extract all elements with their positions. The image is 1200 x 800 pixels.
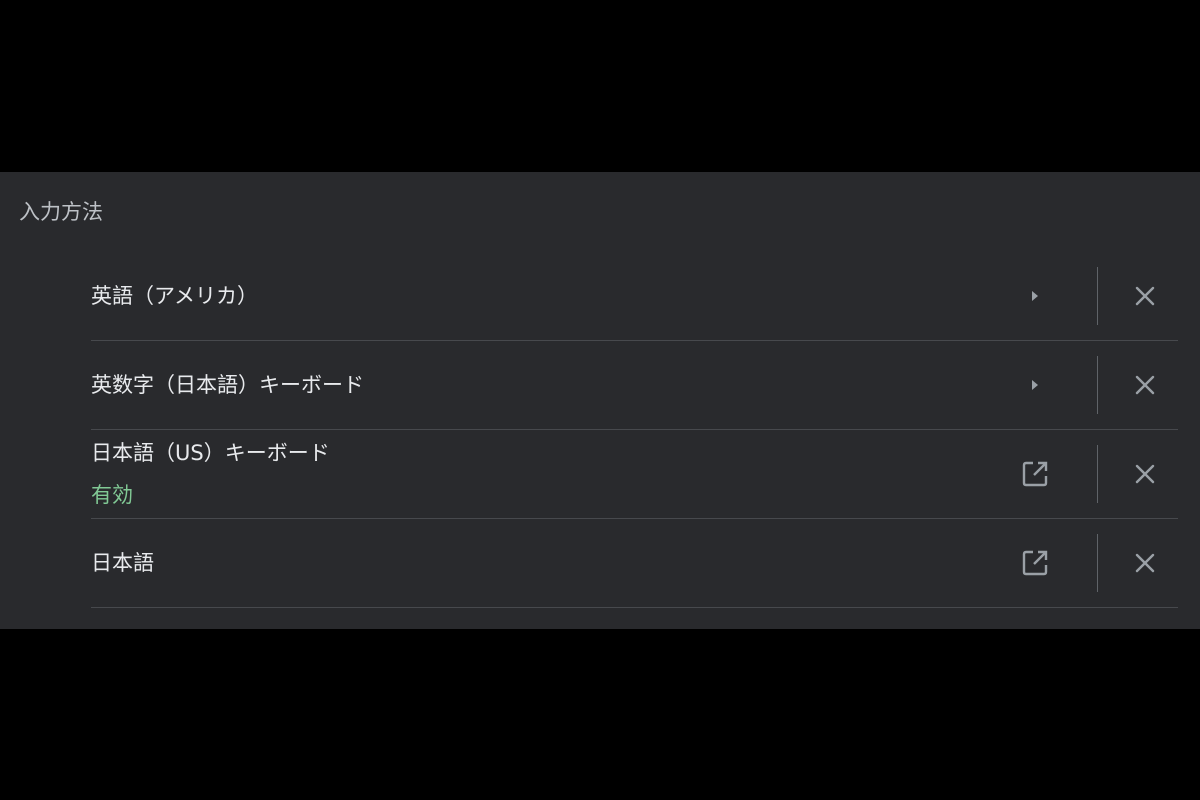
input-method-label: 日本語（US）キーボード xyxy=(91,441,330,465)
open-in-new-icon xyxy=(1022,550,1048,576)
divider xyxy=(1097,356,1098,414)
close-icon xyxy=(1135,286,1155,306)
list-item: 日本語（US）キーボード 有効 xyxy=(91,430,1178,519)
divider xyxy=(1097,534,1098,592)
divider xyxy=(1097,267,1098,325)
list-item: 英数字（日本語）キーボード xyxy=(91,341,1178,430)
arrow-right-icon xyxy=(1032,291,1038,301)
divider xyxy=(1097,445,1098,503)
close-icon xyxy=(1135,553,1155,573)
remove-button[interactable] xyxy=(1125,543,1165,583)
open-in-new-icon xyxy=(1022,461,1048,487)
input-method-label: 英語（アメリカ） xyxy=(91,284,258,308)
status-text: 有効 xyxy=(91,483,133,507)
remove-button[interactable] xyxy=(1125,276,1165,316)
open-external-button[interactable] xyxy=(1015,543,1055,583)
open-external-button[interactable] xyxy=(1015,454,1055,494)
open-settings-button[interactable] xyxy=(1015,276,1055,316)
open-settings-button[interactable] xyxy=(1015,365,1055,405)
input-method-label: 日本語 xyxy=(91,551,154,575)
input-method-label: 英数字（日本語）キーボード xyxy=(91,373,364,397)
section-title: 入力方法 xyxy=(19,200,103,224)
input-method-list: 英語（アメリカ） 英数字（日本語）キーボード 日本語（US）キーボード 有効 日… xyxy=(91,252,1178,608)
close-icon xyxy=(1135,375,1155,395)
remove-button[interactable] xyxy=(1125,454,1165,494)
remove-button[interactable] xyxy=(1125,365,1165,405)
list-item: 英語（アメリカ） xyxy=(91,252,1178,341)
arrow-right-icon xyxy=(1032,380,1038,390)
input-methods-panel: 入力方法 英語（アメリカ） 英数字（日本語）キーボード 日本語（US）キーボード… xyxy=(0,172,1200,629)
list-item: 日本語 xyxy=(91,519,1178,608)
close-icon xyxy=(1135,464,1155,484)
